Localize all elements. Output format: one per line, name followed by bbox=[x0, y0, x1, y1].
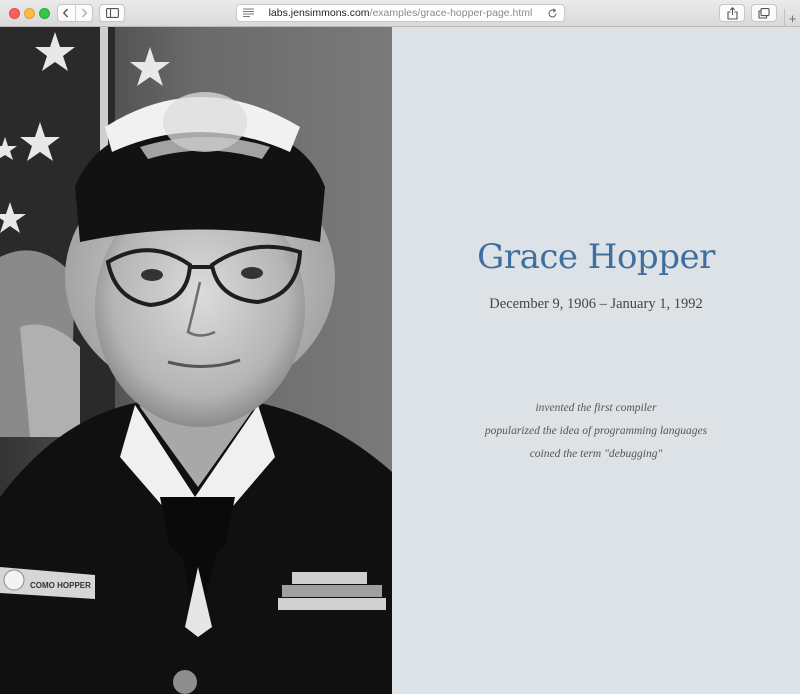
reload-icon[interactable] bbox=[547, 8, 558, 19]
forward-button[interactable] bbox=[74, 5, 93, 21]
zoom-icon[interactable] bbox=[39, 8, 50, 19]
info-panel: Grace Hopper December 9, 1906 – January … bbox=[392, 27, 800, 694]
tabs-icon bbox=[758, 7, 770, 19]
chevron-right-icon bbox=[81, 8, 87, 18]
name-tag-text: COMO HOPPER bbox=[30, 581, 91, 590]
life-dates: December 9, 1906 – January 1, 1992 bbox=[489, 296, 703, 312]
sidebar-button[interactable] bbox=[99, 4, 125, 22]
achievement-item: coined the term "debugging" bbox=[529, 448, 663, 460]
sidebar-icon bbox=[105, 8, 119, 18]
new-tab-button[interactable]: + bbox=[784, 9, 800, 27]
close-icon[interactable] bbox=[9, 8, 20, 19]
chevron-left-icon bbox=[63, 8, 69, 18]
minimize-icon[interactable] bbox=[24, 8, 35, 19]
address-bar[interactable]: labs.jensimmons.com/examples/grace-hoppe… bbox=[236, 4, 565, 22]
url-host: labs.jensimmons.com bbox=[268, 7, 370, 19]
portrait-photo: COMO HOPPER bbox=[0, 27, 392, 694]
achievement-item: popularized the idea of programming lang… bbox=[484, 425, 708, 437]
back-button[interactable] bbox=[58, 5, 75, 21]
url-text: labs.jensimmons.com/examples/grace-hoppe… bbox=[237, 7, 564, 19]
browser-toolbar: labs.jensimmons.com/examples/grace-hoppe… bbox=[0, 0, 800, 27]
page-viewport: COMO HOPPER Grace Hopper December 9, 190… bbox=[0, 27, 800, 694]
achievement-item: invented the first compiler bbox=[535, 402, 657, 414]
back-forward-group bbox=[57, 4, 93, 22]
page-title: Grace Hopper bbox=[477, 237, 715, 277]
url-path: /examples/grace-hopper-page.html bbox=[369, 7, 533, 19]
tabs-button[interactable] bbox=[751, 4, 777, 22]
share-button[interactable] bbox=[719, 4, 745, 22]
share-icon bbox=[726, 6, 738, 20]
achievements-list: invented the first compiler popularized … bbox=[392, 400, 800, 469]
